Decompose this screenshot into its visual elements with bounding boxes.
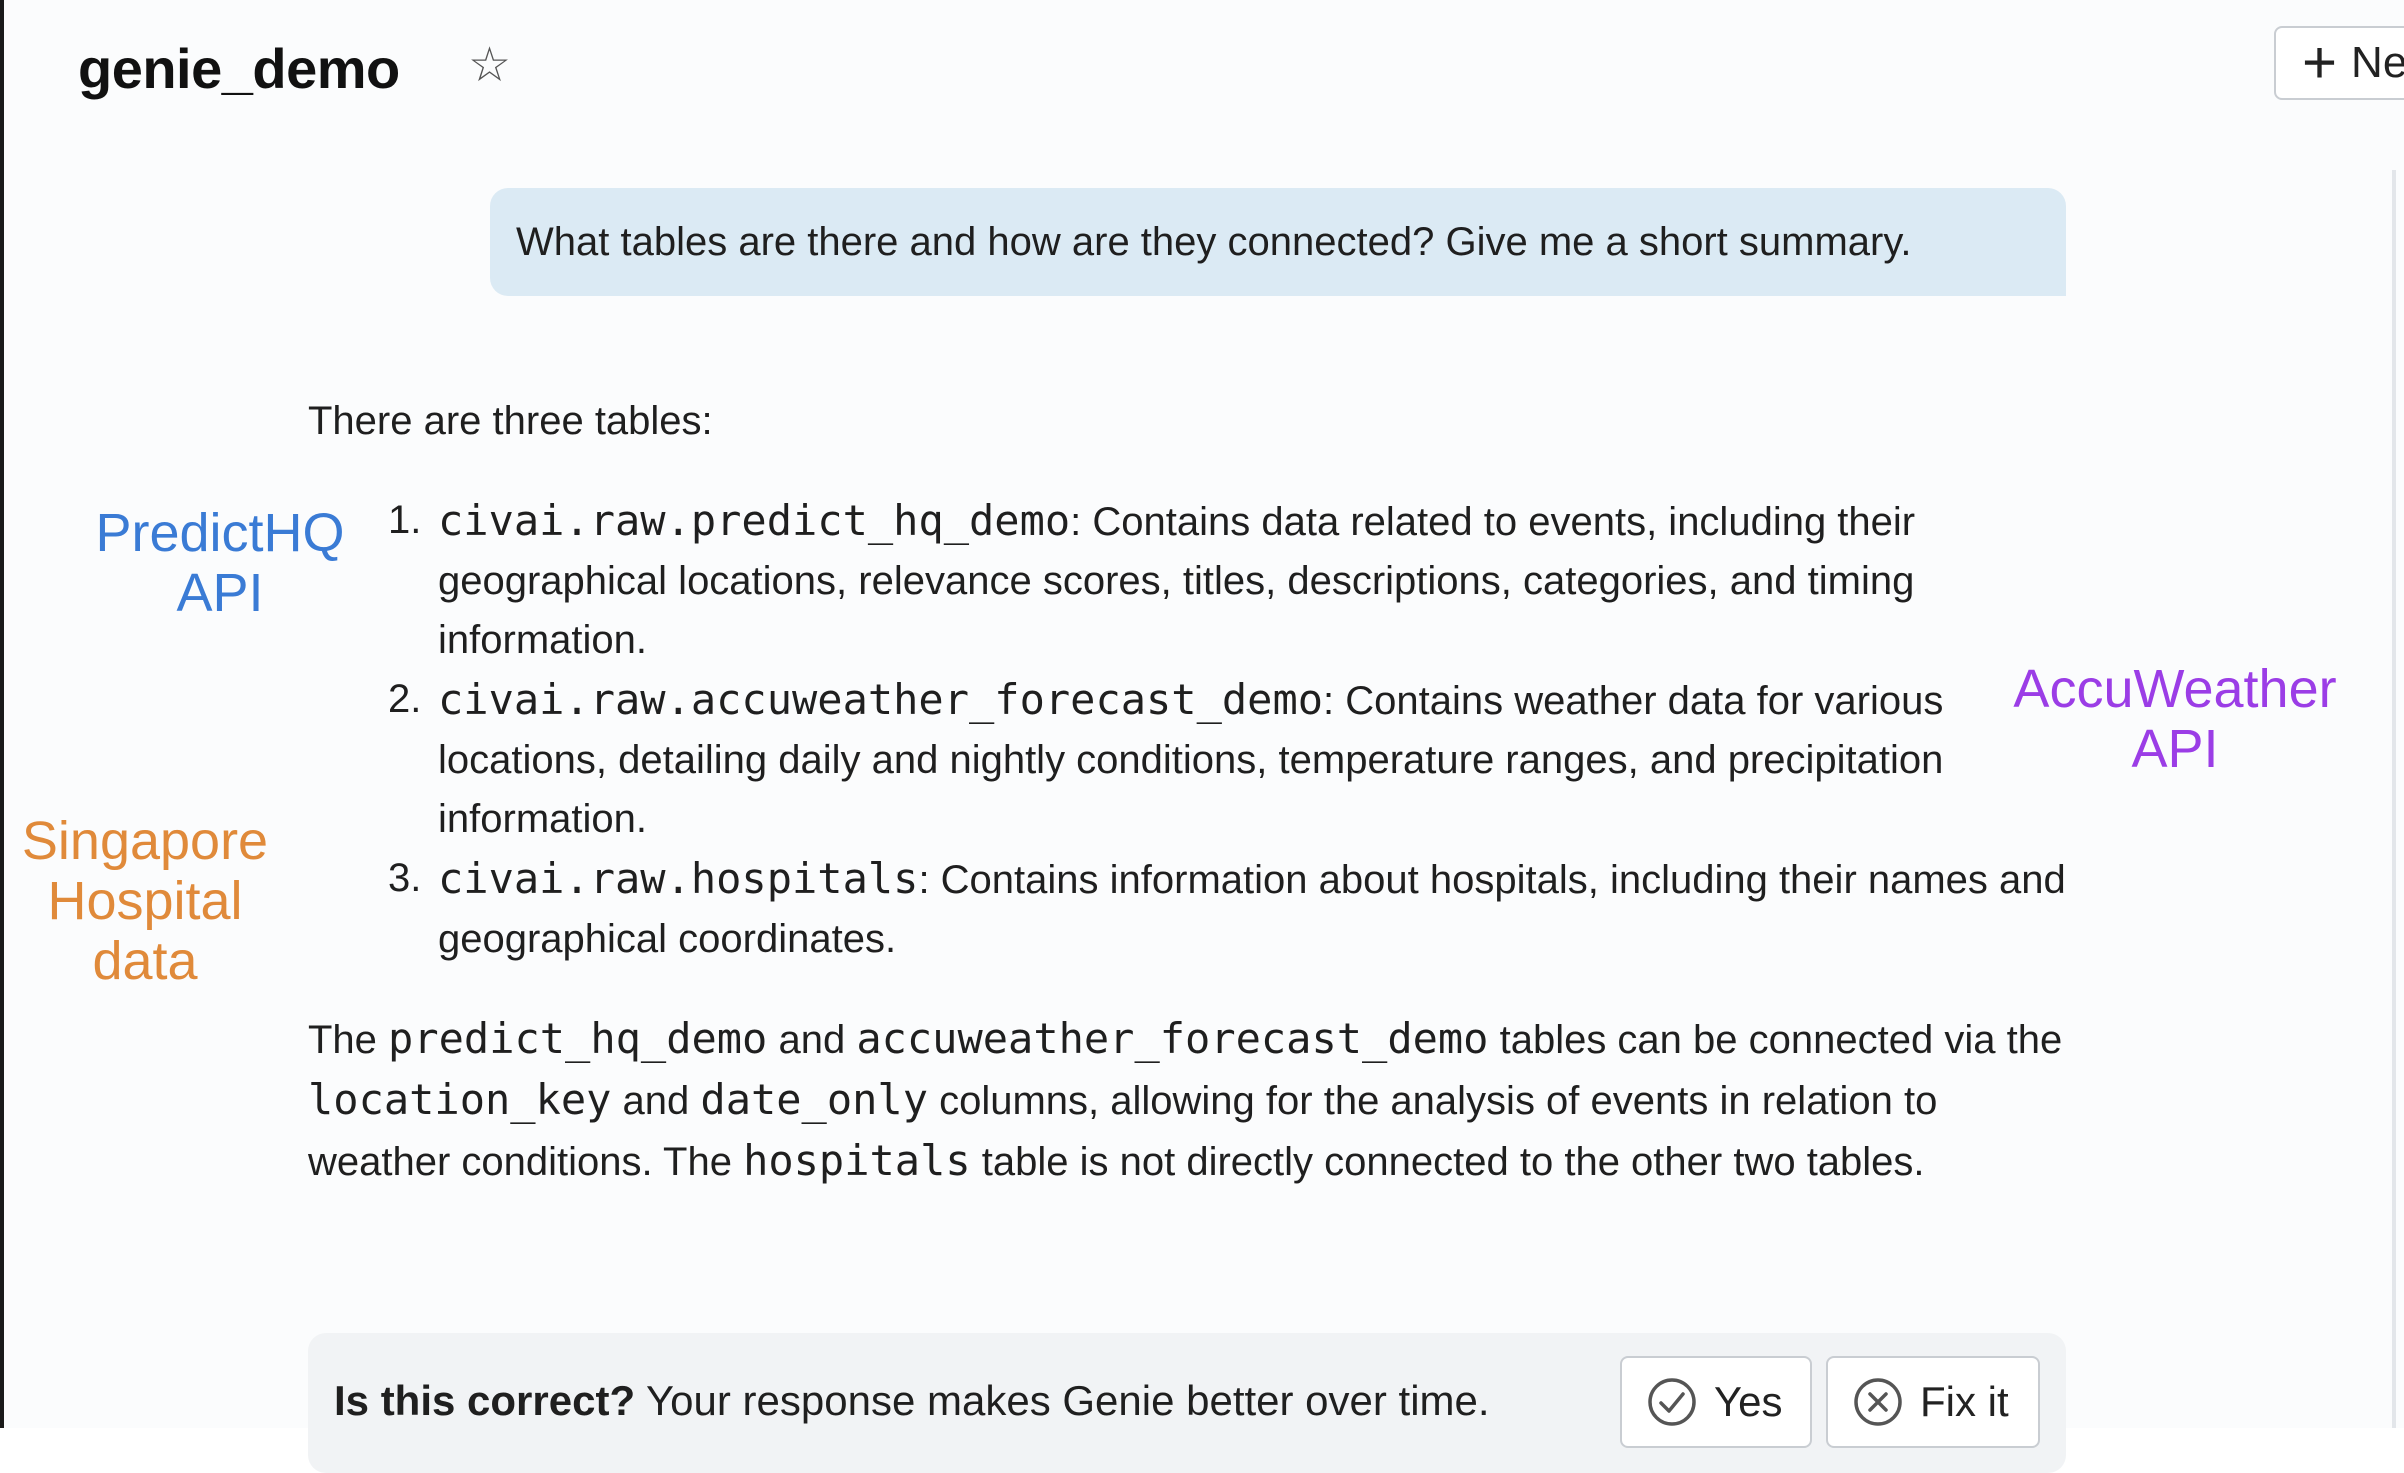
fix-it-label: Fix it: [1920, 1378, 2009, 1425]
fix-it-button[interactable]: Fix it: [1826, 1356, 2040, 1448]
list-item: 2. civai.raw.accuweather_forecast_demo: …: [308, 670, 2088, 849]
summary-text: The: [308, 1018, 389, 1062]
summary-text: and: [611, 1079, 701, 1123]
code-term: hospitals: [743, 1136, 971, 1185]
code-term: location_key: [308, 1075, 612, 1124]
code-term: accuweather_forecast_demo: [856, 1014, 1489, 1063]
list-number: 3.: [388, 856, 422, 900]
predicthq-annotation: PredictHQ API: [70, 503, 370, 623]
feedback-question: Is this correct?: [334, 1377, 636, 1424]
annotation-line: PredictHQ: [95, 503, 345, 563]
scrollbar-track[interactable]: [2392, 170, 2396, 1428]
code-term: predict_hq_demo: [388, 1014, 768, 1063]
page-title: genie_demo: [78, 37, 400, 100]
plus-icon: +: [2302, 29, 2338, 96]
summary-text: and: [767, 1018, 857, 1062]
annotation-line: Singapore: [21, 811, 269, 871]
new-button-label: Ne: [2351, 38, 2404, 87]
new-button[interactable]: + Ne: [2274, 26, 2404, 100]
yes-button[interactable]: Yes: [1620, 1356, 1812, 1448]
table-name: civai.raw.hospitals: [438, 854, 919, 903]
accuweather-annotation: AccuWeather API: [2005, 659, 2345, 779]
summary-text: table is not directly connected to the o…: [970, 1140, 1925, 1184]
singapore-hospital-annotation: Singapore Hospital data: [10, 811, 280, 991]
annotation-line: API: [176, 563, 264, 623]
star-icon[interactable]: ☆: [468, 42, 511, 90]
yes-label: Yes: [1714, 1378, 1783, 1425]
annotation-line: AccuWeather: [2013, 659, 2337, 719]
x-circle-icon: [1854, 1378, 1902, 1426]
annotation-line: Hospital: [47, 871, 243, 931]
question-text: What tables are there and how are they c…: [516, 219, 1912, 264]
list-number: 2.: [388, 677, 422, 721]
summary-text: tables can be connected via the: [1488, 1018, 2063, 1062]
list-item: 1. civai.raw.predict_hq_demo: Contains d…: [308, 491, 2088, 670]
code-term: date_only: [700, 1075, 928, 1124]
answer-summary: The predict_hq_demo and accuweather_fore…: [308, 1009, 2088, 1192]
user-question-bubble: What tables are there and how are they c…: [490, 188, 2066, 296]
list-item: 3. civai.raw.hospitals: Contains informa…: [308, 849, 2088, 969]
annotation-line: data: [92, 931, 198, 991]
table-list: 1. civai.raw.predict_hq_demo: Contains d…: [308, 491, 2088, 969]
list-number: 1.: [388, 498, 422, 542]
check-circle-icon: [1648, 1378, 1696, 1426]
table-name: civai.raw.accuweather_forecast_demo: [438, 675, 1324, 724]
answer-intro: There are three tables:: [308, 399, 713, 443]
annotation-line: API: [2131, 719, 2219, 779]
feedback-text: Your response makes Genie better over ti…: [635, 1377, 1490, 1424]
genie-answer: There are three tables: 1. civai.raw.pre…: [308, 392, 2088, 1232]
table-name: civai.raw.predict_hq_demo: [438, 496, 1071, 545]
